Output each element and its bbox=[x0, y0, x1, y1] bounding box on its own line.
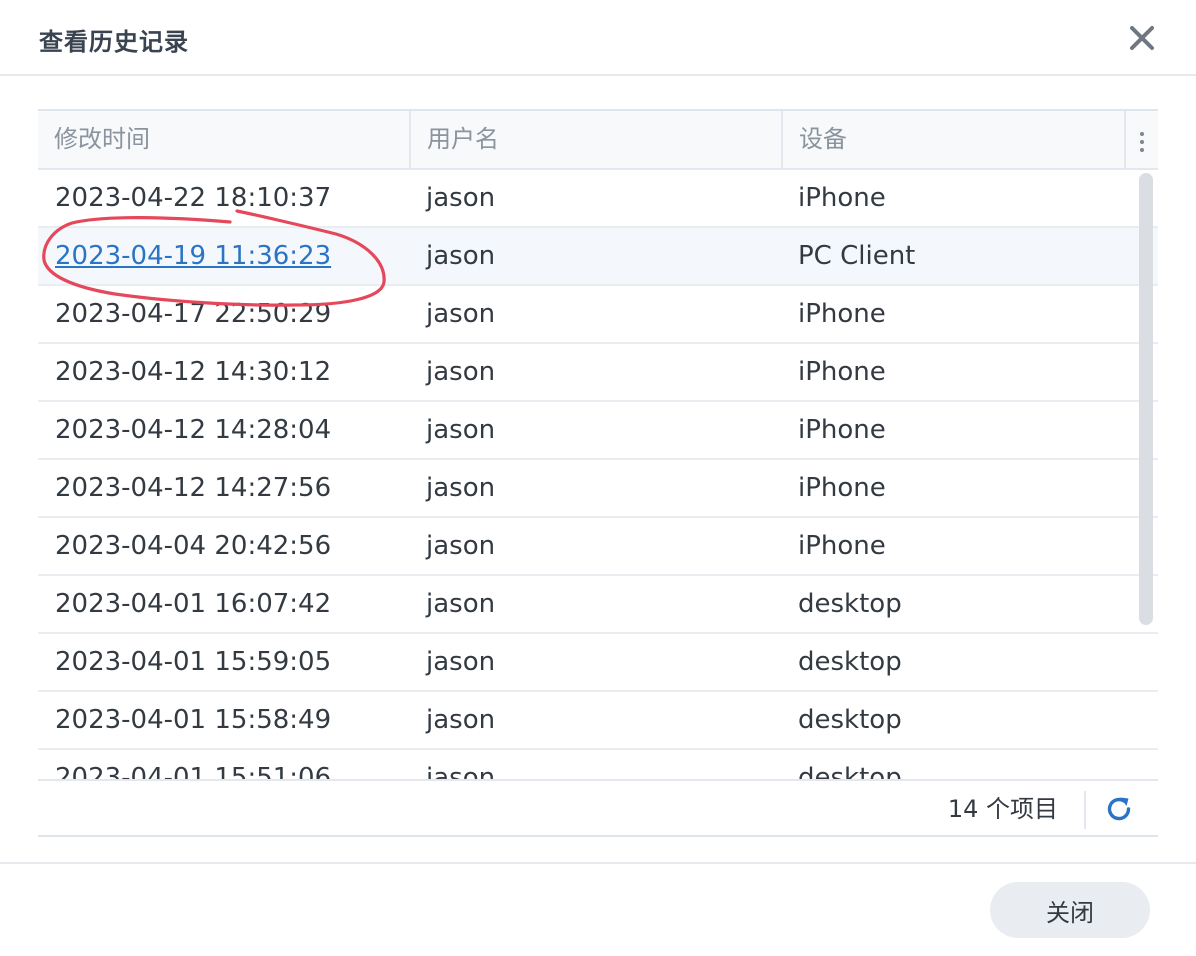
cell-modified-time: 2023-04-22 18:10:37 bbox=[55, 170, 331, 226]
table-header: 修改时间 用户名 设备 bbox=[38, 111, 1158, 170]
cell-device: PC Client bbox=[798, 228, 915, 284]
cell-modified-time: 2023-04-12 14:30:12 bbox=[55, 344, 331, 400]
table-row[interactable]: 2023-04-12 14:27:56 jason iPhone bbox=[38, 460, 1158, 518]
footer-divider-line bbox=[0, 862, 1196, 864]
close-button[interactable]: 关闭 bbox=[990, 882, 1150, 938]
cell-modified-time: 2023-04-01 15:58:49 bbox=[55, 692, 331, 748]
cell-modified-time: 2023-04-12 14:28:04 bbox=[55, 402, 331, 458]
cell-username: jason bbox=[426, 576, 495, 632]
cell-username: jason bbox=[426, 518, 495, 574]
cell-modified-time: 2023-04-01 15:59:05 bbox=[55, 634, 331, 690]
cell-device: iPhone bbox=[798, 344, 886, 400]
footer-divider bbox=[1084, 791, 1086, 829]
table-footer: 14 个项目 bbox=[38, 779, 1158, 837]
table-row-selected[interactable]: 2023-04-19 11:36:23 jason PC Client bbox=[38, 228, 1158, 286]
cell-username: jason bbox=[426, 692, 495, 748]
cell-device: iPhone bbox=[798, 518, 886, 574]
table-row[interactable]: 2023-04-01 16:07:42 jason desktop bbox=[38, 576, 1158, 634]
cell-modified-time: 2023-04-01 16:07:42 bbox=[55, 576, 331, 632]
column-header-modified-time[interactable]: 修改时间 bbox=[38, 111, 411, 168]
cell-device: desktop bbox=[798, 692, 902, 748]
cell-device: desktop bbox=[798, 576, 902, 632]
history-table: 修改时间 用户名 设备 2023-04-22 18:10:37 jason iP… bbox=[38, 109, 1158, 837]
cell-username: jason bbox=[426, 634, 495, 690]
cell-modified-time: 2023-04-17 22:50:29 bbox=[55, 286, 331, 342]
cell-device: iPhone bbox=[798, 170, 886, 226]
cell-modified-time: 2023-04-04 20:42:56 bbox=[55, 518, 331, 574]
cell-modified-time: 2023-04-12 14:27:56 bbox=[55, 460, 331, 516]
cell-username: jason bbox=[426, 344, 495, 400]
cell-modified-time: 2023-04-01 15:51:06 bbox=[55, 750, 331, 779]
cell-device: desktop bbox=[798, 750, 902, 779]
item-count: 14 个项目 bbox=[918, 781, 1058, 837]
cell-device: desktop bbox=[798, 634, 902, 690]
table-row[interactable]: 2023-04-17 22:50:29 jason iPhone bbox=[38, 286, 1158, 344]
table-row[interactable]: 2023-04-01 15:51:06 jason desktop bbox=[38, 750, 1158, 779]
column-menu-icon[interactable] bbox=[1126, 111, 1158, 168]
cell-username: jason bbox=[426, 228, 495, 284]
table-row[interactable]: 2023-04-12 14:30:12 jason iPhone bbox=[38, 344, 1158, 402]
table-body: 2023-04-22 18:10:37 jason iPhone 2023-04… bbox=[38, 170, 1158, 779]
column-header-username[interactable]: 用户名 bbox=[411, 111, 783, 168]
table-row[interactable]: 2023-04-04 20:42:56 jason iPhone bbox=[38, 518, 1158, 576]
table-row[interactable]: 2023-04-01 15:58:49 jason desktop bbox=[38, 692, 1158, 750]
column-header-device[interactable]: 设备 bbox=[783, 111, 1126, 168]
dialog-title: 查看历史记录 bbox=[39, 22, 189, 57]
refresh-icon[interactable] bbox=[1104, 794, 1134, 824]
cell-device: iPhone bbox=[798, 286, 886, 342]
cell-username: jason bbox=[426, 170, 495, 226]
cell-device: iPhone bbox=[798, 460, 886, 516]
cell-username: jason bbox=[426, 286, 495, 342]
table-row[interactable]: 2023-04-01 15:59:05 jason desktop bbox=[38, 634, 1158, 692]
cell-username: jason bbox=[426, 750, 495, 779]
vertical-scrollbar[interactable] bbox=[1139, 173, 1153, 625]
cell-username: jason bbox=[426, 402, 495, 458]
table-row[interactable]: 2023-04-12 14:28:04 jason iPhone bbox=[38, 402, 1158, 460]
dialog-header: 查看历史记录 bbox=[0, 0, 1196, 76]
cell-modified-time-link[interactable]: 2023-04-19 11:36:23 bbox=[55, 228, 331, 284]
cell-device: iPhone bbox=[798, 402, 886, 458]
cell-username: jason bbox=[426, 460, 495, 516]
table-row[interactable]: 2023-04-22 18:10:37 jason iPhone bbox=[38, 170, 1158, 228]
close-icon[interactable] bbox=[1124, 20, 1160, 56]
